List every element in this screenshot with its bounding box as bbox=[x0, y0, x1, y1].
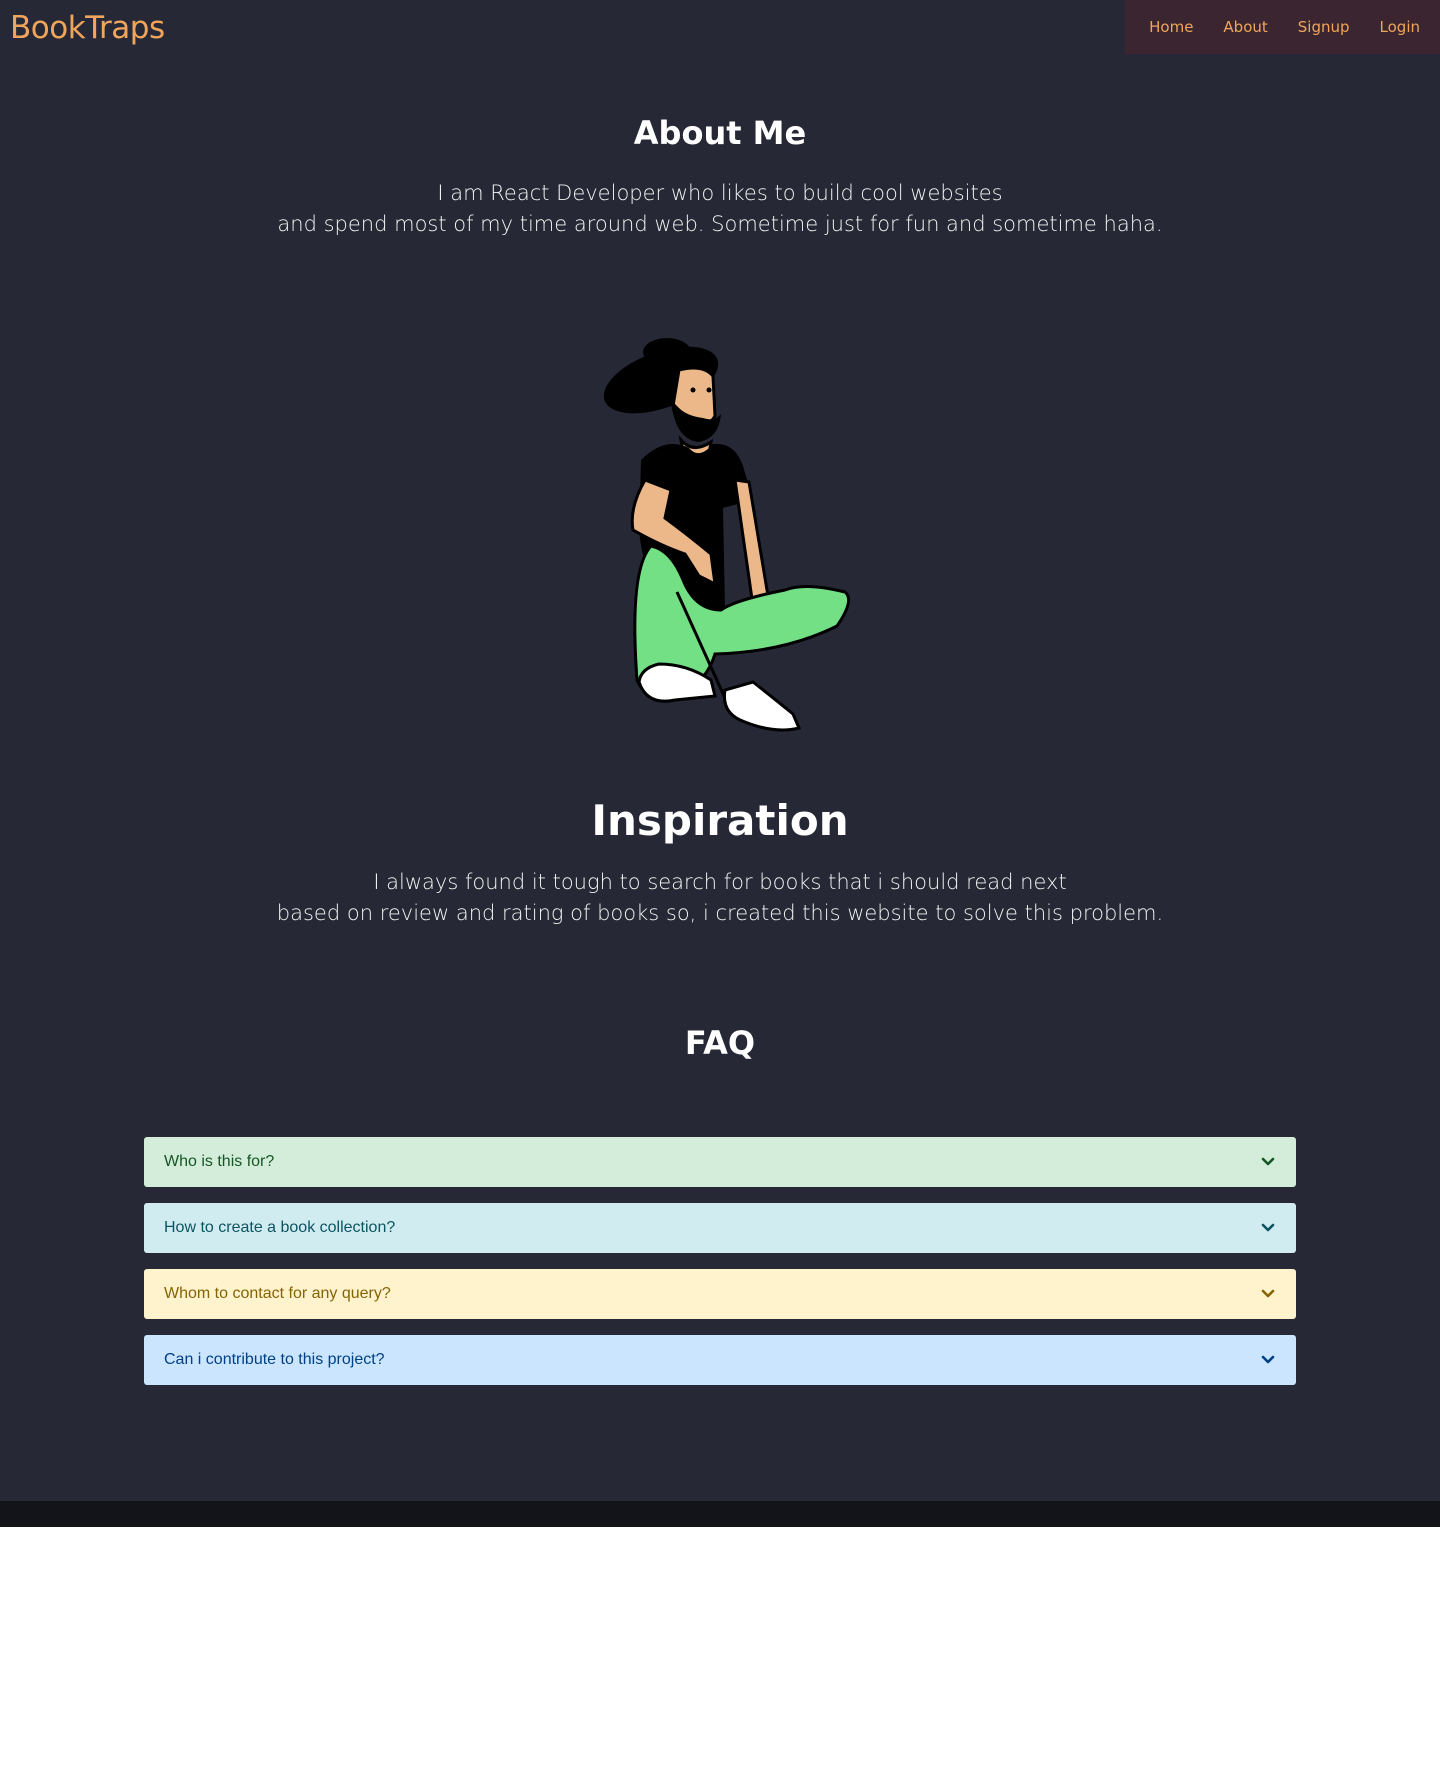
about-text: I am React Developer who likes to build … bbox=[0, 178, 1440, 240]
faq-question: Can i contribute to this project? bbox=[164, 1351, 385, 1368]
faq-question: How to create a book collection? bbox=[164, 1219, 396, 1236]
faq-list: Who is this for? How to create a book co… bbox=[144, 1137, 1296, 1401]
inspiration-text: I always found it tough to search for bo… bbox=[0, 867, 1440, 929]
chevron-down-icon[interactable] bbox=[1260, 1154, 1276, 1170]
sitting-man-illustration bbox=[603, 338, 851, 732]
inspiration-line-1: I always found it tough to search for bo… bbox=[373, 870, 1067, 894]
page: BookTraps Home About Signup Login About … bbox=[0, 0, 1440, 1527]
faq-item-who[interactable]: Who is this for? bbox=[144, 1137, 1296, 1187]
chevron-down-icon[interactable] bbox=[1260, 1220, 1276, 1236]
nav-signup-link[interactable]: Signup bbox=[1298, 18, 1350, 36]
chevron-down-icon[interactable] bbox=[1260, 1352, 1276, 1368]
faq-item-collection[interactable]: How to create a book collection? bbox=[144, 1203, 1296, 1253]
about-line-1: I am React Developer who likes to build … bbox=[437, 181, 1003, 205]
faq-title: FAQ bbox=[684, 1024, 756, 1062]
faq-question: Whom to contact for any query? bbox=[164, 1285, 391, 1302]
inspiration-title: Inspiration bbox=[591, 796, 849, 845]
nav-home-link[interactable]: Home bbox=[1149, 18, 1193, 36]
nav-about-link[interactable]: About bbox=[1223, 18, 1267, 36]
inspiration-line-2: based on review and rating of books so, … bbox=[276, 901, 1164, 925]
footer bbox=[0, 1501, 1440, 1527]
top-nav: Home About Signup Login bbox=[1125, 0, 1440, 54]
brand-logo[interactable]: BookTraps bbox=[10, 10, 165, 46]
faq-item-contact[interactable]: Whom to contact for any query? bbox=[144, 1269, 1296, 1319]
faq-question: Who is this for? bbox=[164, 1153, 275, 1170]
about-line-2: and spend most of my time around web. So… bbox=[277, 212, 1163, 236]
about-title: About Me bbox=[633, 114, 807, 152]
faq-item-contribute[interactable]: Can i contribute to this project? bbox=[144, 1335, 1296, 1385]
chevron-down-icon[interactable] bbox=[1260, 1286, 1276, 1302]
nav-login-link[interactable]: Login bbox=[1380, 18, 1420, 36]
